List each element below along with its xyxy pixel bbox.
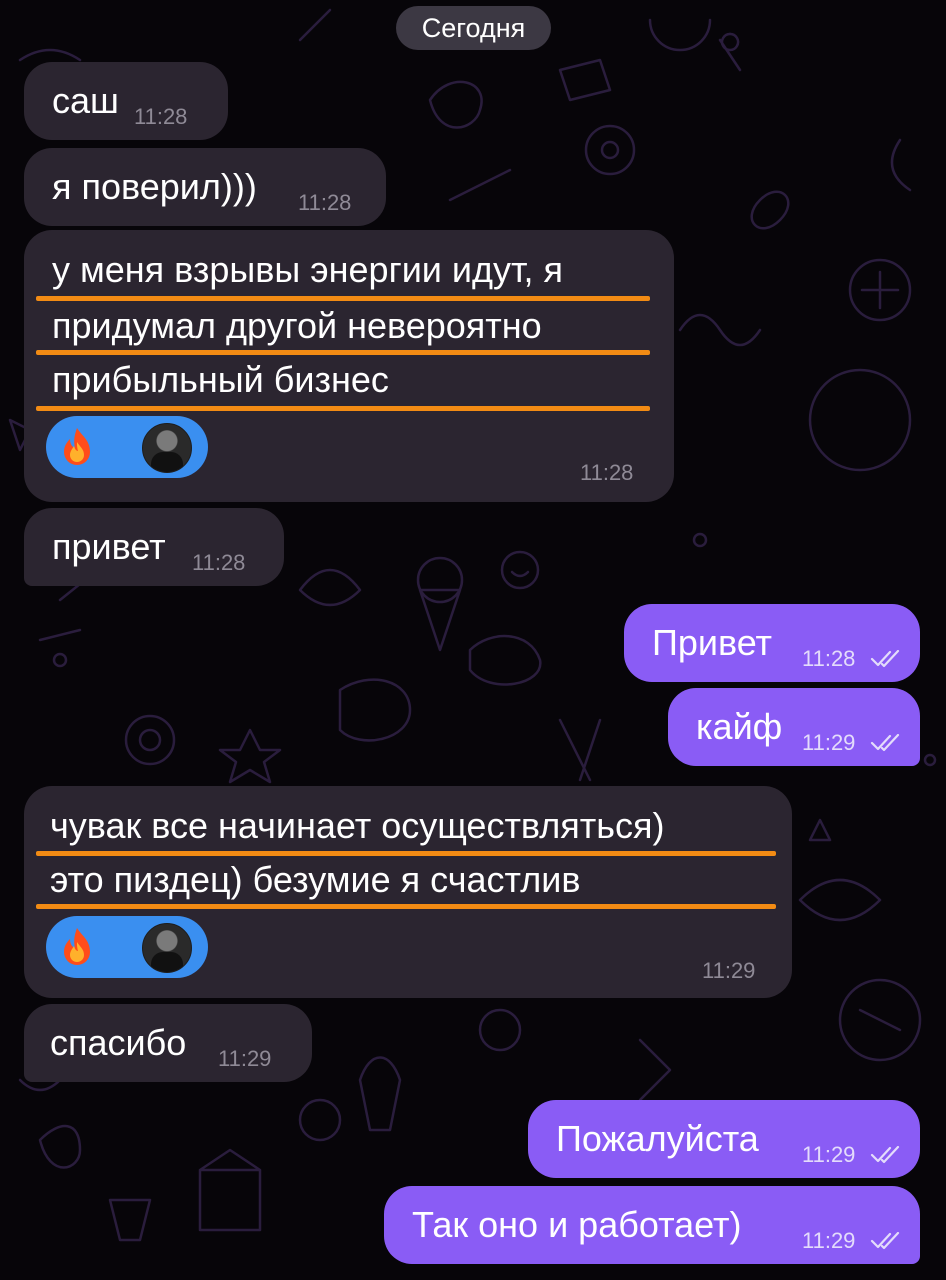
message-text: кайф — [696, 706, 783, 747]
double-check-icon — [870, 1146, 900, 1164]
message-incoming[interactable]: привет 11:28 — [24, 508, 284, 586]
message-text: привет — [52, 526, 166, 567]
double-check-icon — [870, 650, 900, 668]
highlight-underline — [36, 350, 650, 355]
highlight-underline — [36, 296, 650, 301]
message-time: 11:28 — [298, 190, 352, 215]
message-time: 11:29 — [218, 1046, 272, 1071]
message-text: Пожалуйста — [556, 1118, 759, 1159]
fire-icon — [64, 928, 90, 965]
highlight-underline — [36, 406, 650, 411]
reaction-button[interactable] — [46, 416, 208, 478]
message-time: 11:28 — [580, 460, 634, 485]
message-time: 11:29 — [802, 1228, 856, 1253]
date-separator: Сегодня — [396, 6, 551, 50]
message-line: это пиздец) безумие я счастлив — [50, 859, 581, 900]
message-incoming[interactable]: я поверил))) 11:28 — [24, 148, 386, 226]
message-line: прибыльный бизнес — [52, 359, 389, 400]
highlight-underline — [36, 904, 776, 909]
message-time: 11:29 — [802, 1142, 856, 1167]
message-time: 11:28 — [134, 104, 188, 129]
chat-messages: Сегодня саш 11:28 я поверил))) 11:28 у м… — [0, 0, 946, 1280]
double-check-icon — [870, 734, 900, 752]
message-text: спасибо — [50, 1022, 187, 1063]
message-time: 11:29 — [702, 958, 756, 983]
message-text: Привет — [652, 622, 773, 663]
fire-icon — [64, 428, 90, 465]
message-outgoing[interactable]: Привет 11:28 — [624, 604, 920, 682]
message-outgoing[interactable]: кайф 11:29 — [668, 688, 920, 766]
message-time: 11:28 — [192, 550, 246, 575]
message-outgoing[interactable]: Пожалуйста 11:29 — [528, 1100, 920, 1178]
message-time: 11:29 — [802, 730, 856, 755]
message-line: придумал другой невероятно — [52, 305, 542, 346]
reaction-button[interactable] — [46, 916, 208, 978]
message-incoming[interactable]: у меня взрывы энергии идут, я придумал д… — [24, 230, 674, 502]
message-line: чувак все начинает осуществляться) — [50, 805, 665, 846]
message-outgoing[interactable]: Так оно и работает) 11:29 — [384, 1186, 920, 1264]
message-time: 11:28 — [802, 646, 856, 671]
message-incoming[interactable]: спасибо 11:29 — [24, 1004, 312, 1082]
message-text: саш — [52, 80, 119, 121]
avatar[interactable] — [142, 923, 192, 973]
message-text: я поверил))) — [52, 166, 257, 207]
message-incoming[interactable]: саш 11:28 — [24, 62, 228, 140]
message-line: у меня взрывы энергии идут, я — [52, 249, 564, 290]
message-incoming[interactable]: чувак все начинает осуществляться) это п… — [24, 786, 792, 998]
highlight-underline — [36, 851, 776, 856]
double-check-icon — [870, 1232, 900, 1250]
message-text: Так оно и работает) — [412, 1204, 742, 1245]
avatar[interactable] — [142, 423, 192, 473]
